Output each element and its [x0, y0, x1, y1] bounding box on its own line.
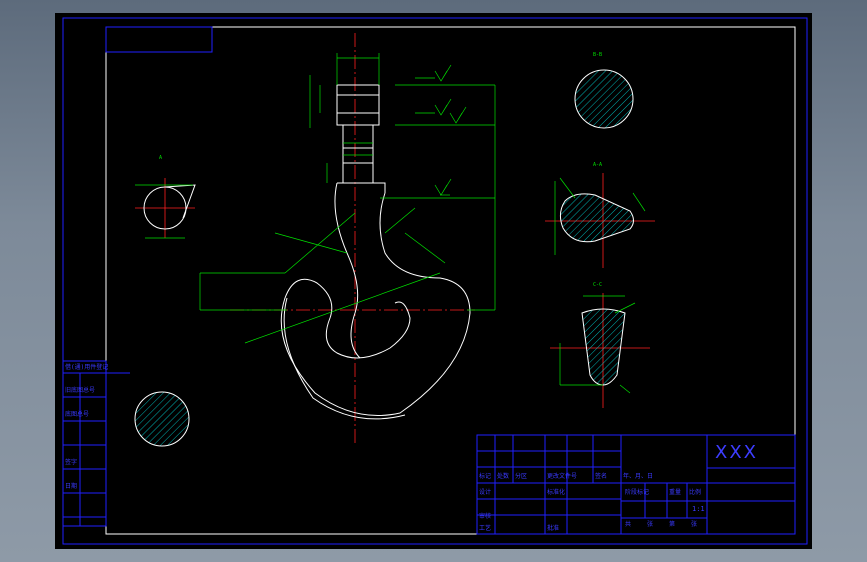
outer-frame [62, 17, 808, 545]
sign-label-standard: 标准化 [547, 489, 566, 496]
sign-label-design: 设计 [479, 489, 492, 496]
ratio-label: 比例 [689, 489, 702, 496]
section-mark-a: A [159, 155, 163, 161]
row-label-date: 年、月、日 [623, 473, 654, 480]
margin-label-date: 日期 [65, 483, 78, 490]
sheet-total-label: 共 [625, 521, 632, 528]
section-mark-bb: B-B [593, 52, 603, 58]
roughness-symbols [434, 64, 467, 196]
weight-label: 重量 [669, 489, 682, 496]
section-mark-aa: A-A [593, 162, 603, 168]
row-label-sign: 签名 [595, 473, 608, 480]
section-aa [559, 193, 634, 243]
cad-viewport[interactable]: XXX 1:1 标记 处数 分区 更改文件号 签名 年、月、日 设计 标准化 审… [55, 13, 812, 549]
margin-label-old-drawing: 旧底图总号 [65, 387, 96, 394]
section-mark-cc: C-C [593, 282, 603, 288]
margin-label-base-drawing: 底图总号 [65, 411, 90, 418]
row-label-change: 更改文件号 [547, 473, 578, 480]
row-label-zone: 分区 [515, 473, 528, 480]
sign-label-process: 工艺 [479, 525, 492, 532]
sign-label-approve: 批准 [547, 525, 560, 532]
scale-value: 1:1 [692, 505, 705, 513]
stage-label: 阶段标记 [625, 489, 650, 496]
row-label-mark: 标记 [479, 473, 492, 480]
section-left-circle [134, 391, 190, 447]
sign-label-review: 审核 [479, 513, 492, 520]
sheet-unit-label-2: 张 [691, 521, 698, 528]
sheet-number-label: 第 [669, 521, 676, 528]
drawing-title: XXX [715, 442, 758, 463]
section-cc [581, 308, 626, 386]
left-margin-table [62, 360, 130, 527]
section-bb-circle [574, 69, 634, 129]
sheet-unit-label-1: 张 [647, 521, 654, 528]
margin-label-borrow: 借(通)用件登记 [65, 364, 109, 371]
row-label-count: 处数 [497, 473, 510, 480]
section-a-detail [143, 184, 196, 230]
cad-drawing [62, 17, 808, 545]
code-box [105, 26, 213, 53]
margin-label-signature: 签字 [65, 459, 78, 466]
